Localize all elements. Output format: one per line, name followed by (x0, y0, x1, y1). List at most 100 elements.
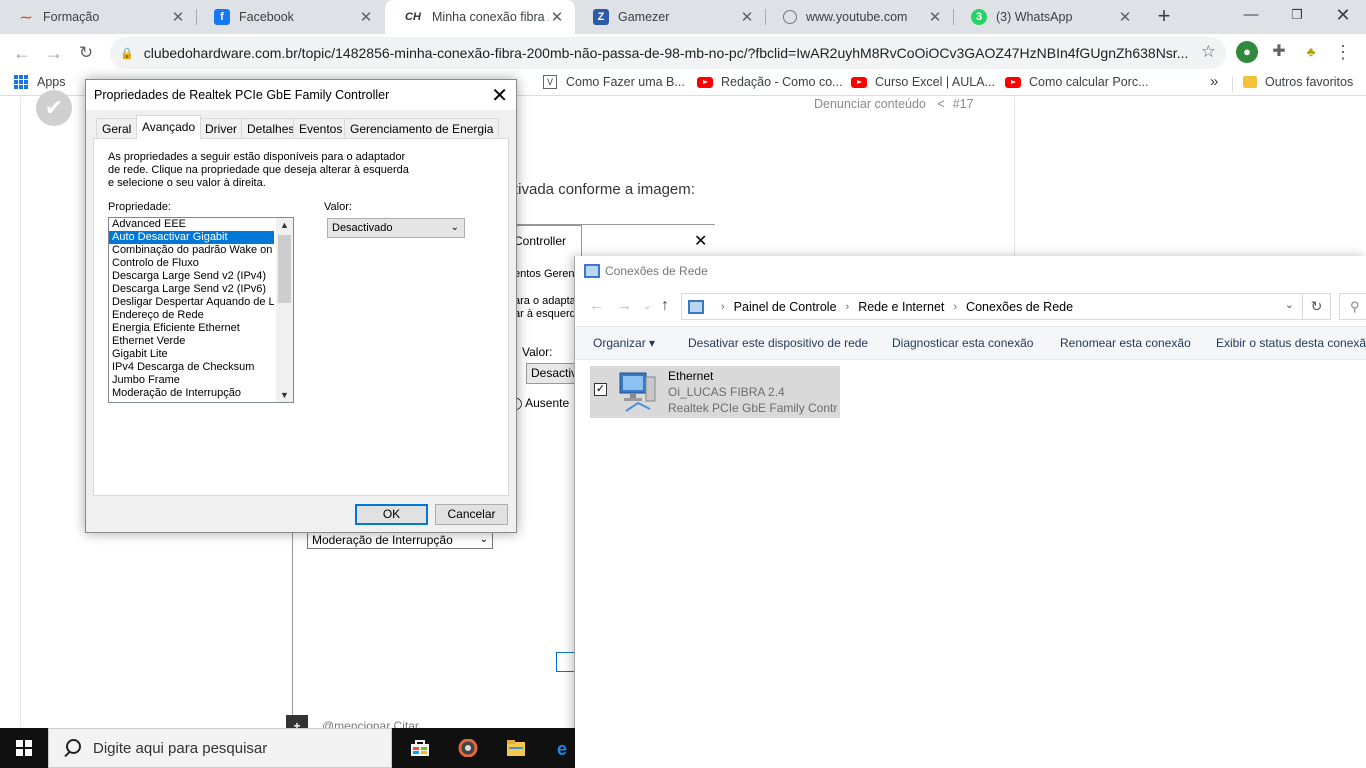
taskbar-search-box[interactable]: Digite aqui para pesquisar (48, 728, 392, 768)
back-arrow-icon[interactable]: ← (589, 297, 604, 314)
up-arrow-icon[interactable]: ↑ (661, 297, 669, 315)
close-tab-icon[interactable]: ✕ (549, 8, 565, 26)
list-scrollbar[interactable]: ▲ ▼ (276, 218, 293, 402)
tab-clubedohardware[interactable]: CH Minha conexão fibra 200mb não passa d… (385, 0, 575, 34)
list-item[interactable]: Moderação de Interrupção (109, 387, 274, 400)
minimize-button[interactable]: — (1228, 0, 1274, 32)
more-bookmarks-button[interactable]: » (1210, 73, 1218, 90)
edge-icon[interactable]: e (539, 728, 587, 768)
tab-eventos[interactable]: Eventos (293, 118, 349, 138)
tab-geral[interactable]: Geral (96, 118, 138, 138)
close-tab-icon[interactable]: ✕ (927, 8, 943, 26)
list-item[interactable]: Jumbo Frame (109, 374, 274, 387)
app-icon[interactable] (443, 728, 491, 768)
value-select[interactable]: Desactivado ⌄ (327, 218, 465, 238)
list-item[interactable]: Controlo de Fluxo (109, 257, 274, 270)
ethernet-connection-item[interactable]: ✓ Ethernet Oi_LUCAS FIBRA 2.4 Realtek PC… (590, 366, 840, 418)
list-item[interactable]: Gigabit Lite (109, 348, 274, 361)
tab-title: Gamezer (618, 10, 670, 24)
whatsapp-badge: 3 (975, 11, 983, 23)
back-button[interactable]: ← (8, 39, 36, 67)
list-item[interactable]: Descarga Large Send v2 (IPv4) (109, 270, 274, 283)
list-item[interactable]: Descarga Large Send v2 (IPv6) (109, 283, 274, 296)
organize-button[interactable]: Organizar ▾ (593, 336, 655, 350)
list-item[interactable]: Desligar Despertar Aquando de La (109, 296, 274, 309)
breadcrumb-conexoes[interactable]: Conexões de Rede (966, 300, 1073, 314)
start-button[interactable] (0, 728, 48, 768)
breadcrumb-rede[interactable]: Rede e Internet (858, 300, 944, 314)
connection-checkbox[interactable]: ✓ (594, 383, 607, 396)
solution-check-icon: ✔ (36, 90, 72, 126)
reload-button[interactable]: ↻ (72, 39, 100, 67)
close-dialog-icon[interactable]: ✕ (491, 83, 508, 108)
tab-detalhes[interactable]: Detalhes (241, 118, 301, 138)
list-item[interactable]: Advanced EEE (109, 218, 274, 231)
tab-gerenciamento-energia[interactable]: Gerenciamento de Energia (344, 118, 500, 138)
menu-icon[interactable]: ⋮ (1332, 41, 1354, 63)
gamezer-favicon: Z (593, 9, 609, 25)
network-adapter-icon (619, 372, 656, 412)
explorer-address-bar[interactable]: › Painel de Controle › Rede e Internet ›… (681, 293, 1331, 320)
new-tab-button[interactable]: + (1152, 5, 1176, 29)
cancel-button[interactable]: Cancelar (435, 504, 508, 525)
facebook-favicon: f (214, 9, 230, 25)
dialog-title: Propriedades de Realtek PCIe GbE Family … (94, 88, 390, 102)
window-titlebar[interactable]: Conexões de Rede (575, 256, 1366, 288)
forward-button[interactable]: → (40, 39, 68, 67)
view-status-button[interactable]: Exibir o status desta conexão (1216, 336, 1366, 350)
list-item[interactable]: Energia Eficiente Ethernet (109, 322, 274, 335)
tab-driver[interactable]: Driver (199, 118, 243, 138)
tab-formacao[interactable]: ⁓ Formação ✕ (0, 0, 196, 34)
list-item[interactable]: Combinação do padrão Wake on (109, 244, 274, 257)
bookmark-curso-excel[interactable]: Curso Excel | AULA... (851, 75, 995, 89)
breadcrumb-painel[interactable]: Painel de Controle (734, 300, 837, 314)
store-icon[interactable] (395, 728, 443, 768)
ok-button[interactable]: OK (355, 504, 428, 525)
bookmark-redacao[interactable]: Redação - Como co... (697, 75, 843, 89)
file-explorer-icon[interactable] (491, 728, 539, 768)
list-item[interactable]: Endereço de Rede (109, 309, 274, 322)
refresh-icon[interactable]: ↻ (1302, 294, 1330, 319)
value-label: Valor: (324, 201, 352, 213)
property-list[interactable]: Advanced EEE Auto Desactivar Gigabit Com… (108, 217, 294, 403)
extension-tree-icon[interactable]: ♣ (1300, 41, 1322, 63)
bookmark-como-calcular[interactable]: Como calcular Porc... (1005, 75, 1148, 89)
tab-gamezer[interactable]: Z Gamezer ✕ (575, 0, 765, 34)
close-tab-icon[interactable]: ✕ (170, 8, 186, 26)
other-bookmarks-folder[interactable]: Outros favoritos (1243, 75, 1353, 89)
recent-locations-icon[interactable]: ⌄ (643, 301, 651, 312)
scroll-thumb[interactable] (278, 235, 291, 303)
forward-arrow-icon[interactable]: → (617, 297, 632, 314)
address-row: ← → ⌄ ↑ › Painel de Controle › Rede e In… (575, 288, 1366, 326)
close-tab-icon[interactable]: ✕ (739, 8, 755, 26)
close-tab-icon[interactable]: ✕ (358, 8, 374, 26)
extensions-puzzle-icon[interactable]: ✚ (1268, 41, 1290, 63)
diagnose-connection-button[interactable]: Diagnosticar esta conexão (892, 336, 1033, 350)
close-window-button[interactable]: ✕ (1320, 0, 1366, 32)
dialog-titlebar[interactable]: Propriedades de Realtek PCIe GbE Family … (86, 80, 516, 110)
rename-connection-button[interactable]: Renomear esta conexão (1060, 336, 1191, 350)
tab-whatsapp[interactable]: 3 (3) WhatsApp ✕ (953, 0, 1143, 34)
bookmark-star-icon[interactable]: ☆ (1201, 42, 1216, 62)
screenshot-radio: ◯ Ausente (509, 396, 570, 410)
globe-favicon (783, 10, 797, 24)
explorer-search-input[interactable]: ⚲ (1339, 293, 1366, 320)
restore-button[interactable]: ❐ (1274, 0, 1320, 32)
scroll-up-icon[interactable]: ▲ (280, 220, 289, 230)
disable-device-button[interactable]: Desativar este dispositivo de rede (688, 336, 868, 350)
tab-facebook[interactable]: f Facebook ✕ (196, 0, 384, 34)
scroll-down-icon[interactable]: ▼ (280, 390, 289, 400)
list-item[interactable]: Ethernet Verde (109, 335, 274, 348)
bookmark-apps[interactable]: Apps (14, 75, 66, 89)
extension-globe-icon[interactable]: ● (1236, 41, 1258, 63)
list-item-selected[interactable]: Auto Desactivar Gigabit (109, 231, 274, 244)
address-bar[interactable]: 🔒 clubedohardware.com.br/topic/1482856-m… (110, 37, 1226, 69)
bookmark-como-fazer[interactable]: V Como Fazer uma B... (543, 75, 685, 89)
tab-youtube[interactable]: www.youtube.com ✕ (765, 0, 953, 34)
list-item[interactable]: IPv4 Descarga de Checksum (109, 361, 274, 374)
report-content-link[interactable]: Denunciar conteúdo < #17 (814, 97, 974, 111)
connection-network: Oi_LUCAS FIBRA 2.4 (668, 385, 785, 399)
chevron-down-icon[interactable]: ⌄ (1285, 298, 1294, 311)
close-tab-icon[interactable]: ✕ (1117, 8, 1133, 26)
tab-avancado[interactable]: Avançado (136, 115, 202, 139)
